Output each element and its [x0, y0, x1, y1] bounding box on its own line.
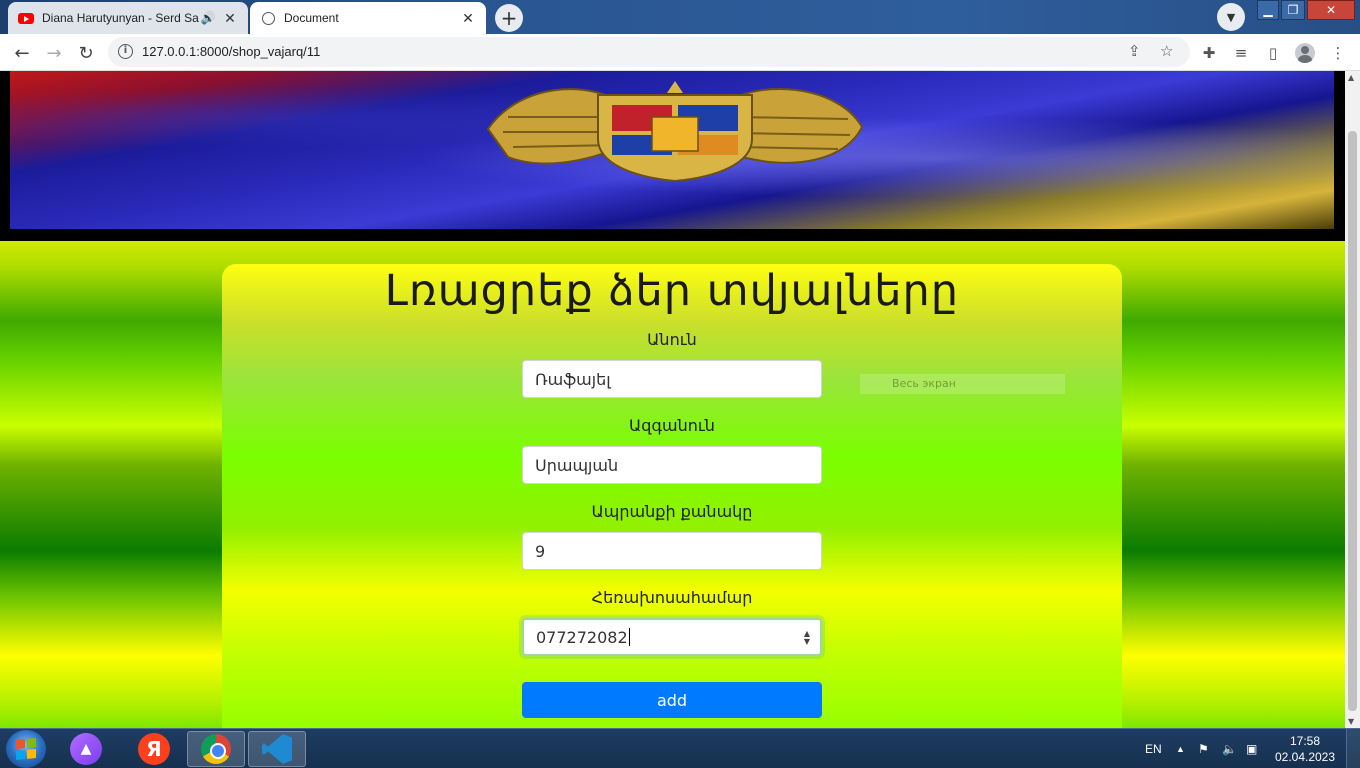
maximize-button[interactable]: ❐ [1281, 0, 1305, 20]
menu-icon[interactable]: ⋮ [1327, 42, 1349, 64]
quantity-label: Ապրանքի քանակը [591, 502, 753, 521]
chrome-icon [201, 734, 231, 764]
alice-icon: ▲ [70, 733, 102, 765]
back-button[interactable]: ← [9, 40, 35, 66]
tab-document[interactable]: Document ✕ [250, 2, 486, 34]
last-name-input[interactable]: Սրապյան [522, 446, 822, 484]
phone-value: 077272082 [536, 627, 628, 647]
address-bar[interactable]: i 127.0.0.1:8000/shop_vajarq/11 ⇪ ☆ [108, 37, 1190, 67]
clock-date: 02.04.2023 [1274, 750, 1336, 764]
site-info-icon[interactable]: i [118, 44, 133, 59]
tab-search-button[interactable]: ▼ [1217, 3, 1245, 31]
page-scrollbar[interactable]: ▲ ▼ [1345, 71, 1360, 728]
close-tab-icon[interactable]: ✕ [460, 10, 476, 27]
minimize-button[interactable]: ▁ [1257, 0, 1279, 20]
new-tab-button[interactable]: + [495, 4, 523, 32]
side-panel-icon[interactable]: ▯ [1262, 42, 1284, 64]
first-name-label: Անուն [647, 330, 697, 349]
globe-icon [260, 10, 276, 26]
taskbar-yandex[interactable]: Я [125, 731, 183, 767]
show-desktop-button[interactable] [1346, 729, 1360, 768]
order-form: Լռացրեք ձեր տվյալները Անուն Ռաֆայել Ազգա… [222, 264, 1122, 728]
tab-title: Diana Harutyunyan - Serd Sa [42, 11, 199, 25]
forward-button[interactable]: → [41, 40, 67, 66]
vscode-icon [262, 734, 292, 764]
windows-taskbar: ▲ Я EN ▲ ⚑ 🔈 ▣ 17:58 02.04.2023 [0, 728, 1360, 768]
scrollbar-thumb[interactable] [1348, 131, 1357, 711]
scroll-up-icon[interactable]: ▲ [1348, 73, 1354, 82]
bookmark-star-icon[interactable]: ☆ [1160, 42, 1173, 60]
taskbar-alice[interactable]: ▲ [57, 731, 115, 767]
taskbar-chrome[interactable] [187, 731, 245, 767]
scroll-down-icon[interactable]: ▼ [1348, 717, 1354, 726]
phone-input[interactable]: 077272082 ▲ ▼ [522, 618, 822, 656]
yandex-icon: Я [138, 733, 170, 765]
extensions-icon[interactable]: ✚ [1198, 42, 1220, 64]
url-text[interactable]: 127.0.0.1:8000/shop_vajarq/11 [142, 44, 320, 59]
first-name-input[interactable]: Ռաֆայել [522, 360, 822, 398]
quantity-input[interactable]: 9 [522, 532, 822, 570]
page-title: Լռացրեք ձեր տվյալները [384, 266, 960, 316]
armenian-flag-image [10, 71, 1334, 229]
share-icon[interactable]: ⇪ [1128, 42, 1141, 60]
fullscreen-hint-overlay: Весь экран [860, 374, 1065, 394]
browser-toolbar: ← → ↻ i 127.0.0.1:8000/shop_vajarq/11 ⇪ … [0, 34, 1360, 71]
header-banner [0, 71, 1345, 241]
tab-title: Document [284, 11, 339, 25]
language-indicator[interactable]: EN [1145, 729, 1162, 768]
text-caret [628, 628, 630, 646]
taskbar-vscode[interactable] [248, 731, 306, 767]
number-spinner-icon[interactable]: ▲ ▼ [804, 630, 810, 646]
first-name-value: Ռաֆայել [535, 369, 611, 389]
tab-youtube[interactable]: Diana Harutyunyan - Serd Sa 🔊 ✕ [8, 2, 248, 34]
speaker-icon[interactable]: 🔊 [200, 11, 216, 25]
close-window-button[interactable]: ✕ [1307, 0, 1355, 20]
profile-icon[interactable] [1294, 42, 1316, 64]
clock-time: 17:58 [1289, 734, 1321, 748]
network-icon[interactable]: ▣ [1246, 729, 1257, 768]
reload-button[interactable]: ↻ [73, 40, 99, 66]
coat-of-arms-icon [486, 81, 864, 181]
action-center-flag-icon[interactable]: ⚑ [1198, 729, 1209, 768]
browser-tabstrip: Diana Harutyunyan - Serd Sa 🔊 ✕ Document… [0, 0, 1360, 34]
windows-logo-icon [16, 737, 36, 761]
quantity-value: 9 [535, 541, 546, 561]
show-hidden-icons-icon[interactable]: ▲ [1176, 729, 1185, 768]
page-viewport: Լռացրեք ձեր տվյալները Անուն Ռաֆայել Ազգա… [0, 71, 1345, 728]
last-name-label: Ազգանուն [629, 416, 715, 435]
phone-label: Հեռախոսահամար [591, 588, 753, 607]
close-tab-icon[interactable]: ✕ [222, 10, 238, 27]
system-clock[interactable]: 17:58 02.04.2023 [1272, 733, 1338, 765]
last-name-value: Սրապյան [535, 455, 619, 475]
volume-icon[interactable]: 🔈 [1222, 729, 1237, 768]
media-controls-icon[interactable]: ≡ [1230, 42, 1252, 64]
start-button[interactable] [6, 730, 46, 768]
add-button[interactable]: add [522, 682, 822, 718]
youtube-icon [18, 10, 34, 26]
